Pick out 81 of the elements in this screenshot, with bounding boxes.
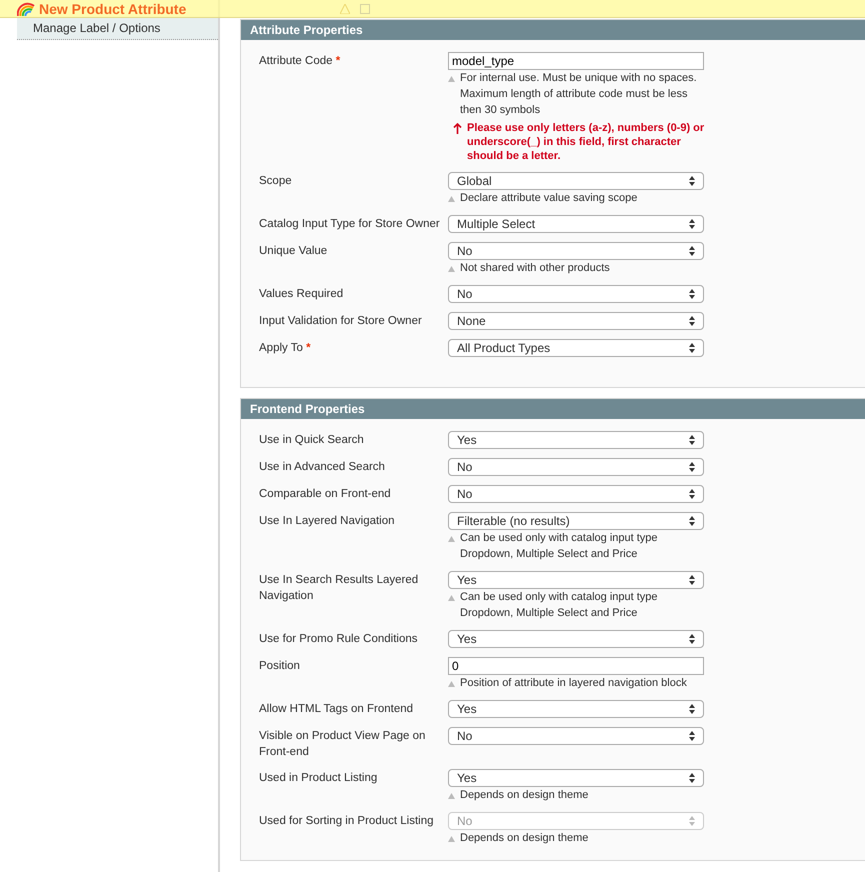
- text-field[interactable]: model_type: [448, 52, 704, 70]
- hint-text: For internal use. Must be unique with no spaces.: [460, 71, 697, 86]
- required-asterisk: *: [306, 342, 311, 354]
- field-label: Attribute Code *: [259, 54, 342, 69]
- triangle-icon: [448, 681, 455, 687]
- updown-arrows-icon: [689, 246, 695, 256]
- updown-arrows-icon: [689, 343, 695, 353]
- updown-arrows-icon: [689, 731, 695, 741]
- updown-arrows-icon: [689, 316, 695, 326]
- updown-arrows-icon: [689, 289, 695, 299]
- hint-text: Dropdown, Multiple Select and Price: [460, 547, 638, 562]
- updown-arrows-icon: [689, 816, 695, 826]
- field-label: Unique Value: [259, 244, 328, 259]
- hint-text: Can be used only with catalog input type: [460, 531, 658, 546]
- updown-arrows-icon: [689, 516, 695, 526]
- select-dropdown[interactable]: No: [448, 485, 704, 503]
- select-dropdown[interactable]: No: [448, 285, 704, 303]
- sidebar-tab[interactable]: Manage Label / Options: [17, 17, 218, 40]
- field-label: Apply To *: [259, 341, 312, 356]
- updown-arrows-icon: [689, 575, 695, 585]
- select-dropdown[interactable]: Multiple Select: [448, 215, 704, 233]
- field-label: Use in Quick Search: [259, 433, 365, 448]
- warning-icon: [340, 4, 350, 14]
- updown-arrows-icon: [689, 462, 695, 472]
- hint-text: then 30 symbols: [460, 103, 540, 118]
- select-dropdown[interactable]: Yes: [448, 630, 704, 648]
- hint-text: Position of attribute in layered navigation block: [460, 676, 687, 691]
- up-arrow-icon: [453, 123, 462, 134]
- page-title: New Product Attribute: [39, 0, 186, 16]
- select-dropdown[interactable]: Yes: [448, 431, 704, 449]
- triangle-icon: [448, 793, 455, 799]
- select-dropdown[interactable]: Yes: [448, 700, 704, 718]
- field-label: Input Validation for Store Owner: [259, 314, 423, 329]
- triangle-icon: [448, 836, 455, 842]
- select-dropdown[interactable]: Yes: [448, 571, 704, 589]
- field-label: Use In Layered Navigation: [259, 514, 396, 529]
- updown-arrows-icon: [689, 219, 695, 229]
- select-dropdown[interactable]: None: [448, 312, 704, 330]
- error-message: Please use only letters (a-z), numbers (0-9) or underscore(_) in this field, first character should be a letter.: [467, 121, 706, 163]
- field-label: Used in Product Listing: [259, 771, 378, 786]
- field-label: Use for Promo Rule Conditions: [259, 632, 419, 647]
- field-label: Visible on Product View Page on Front-end: [259, 729, 426, 760]
- triangle-icon: [448, 196, 455, 202]
- triangle-icon: [448, 266, 455, 272]
- hint-text: Can be used only with catalog input type: [460, 590, 658, 605]
- field-label: Allow HTML Tags on Frontend: [259, 702, 414, 717]
- field-label: Catalog Input Type for Store Owner: [259, 217, 441, 232]
- select-dropdown[interactable]: Global: [448, 172, 704, 190]
- triangle-icon: [448, 595, 455, 601]
- field-label: Values Required: [259, 287, 344, 302]
- field-label: Position: [259, 659, 301, 674]
- rainbow-icon: [17, 2, 35, 16]
- select-dropdown[interactable]: All Product Types: [448, 339, 704, 357]
- triangle-icon: [448, 76, 455, 82]
- required-asterisk: *: [336, 55, 340, 67]
- hint-text: Declare attribute value saving scope: [460, 191, 638, 206]
- select-dropdown[interactable]: Yes: [448, 769, 704, 787]
- updown-arrows-icon: [689, 773, 695, 783]
- hint-text: Depends on design theme: [460, 831, 588, 846]
- field-label: Use In Search Results Layered Navigation: [259, 573, 420, 604]
- field-label: Comparable on Front-end: [259, 487, 392, 502]
- select-dropdown[interactable]: No: [448, 727, 704, 745]
- section-header: Frontend Properties: [241, 399, 865, 419]
- updown-arrows-icon: [689, 176, 695, 186]
- hint-text: Depends on design theme: [460, 788, 588, 803]
- field-label: Use in Advanced Search: [259, 460, 386, 475]
- field-label: Used for Sorting in Product Listing: [259, 814, 435, 829]
- text-field[interactable]: 0: [448, 657, 704, 675]
- select-dropdown[interactable]: Filterable (no results): [448, 512, 704, 530]
- select-dropdown[interactable]: No: [448, 458, 704, 476]
- updown-arrows-icon: [689, 489, 695, 499]
- updown-arrows-icon: [689, 435, 695, 445]
- hint-text: Maximum length of attribute code must be less: [460, 87, 688, 102]
- hint-text: Dropdown, Multiple Select and Price: [460, 606, 638, 621]
- hint-text: Not shared with other products: [460, 261, 610, 276]
- triangle-icon: [448, 536, 455, 542]
- section-header: Attribute Properties: [241, 20, 865, 40]
- field-label: Scope: [259, 174, 293, 189]
- select-dropdown[interactable]: No: [448, 242, 704, 260]
- updown-arrows-icon: [689, 634, 695, 644]
- updown-arrows-icon: [689, 704, 695, 714]
